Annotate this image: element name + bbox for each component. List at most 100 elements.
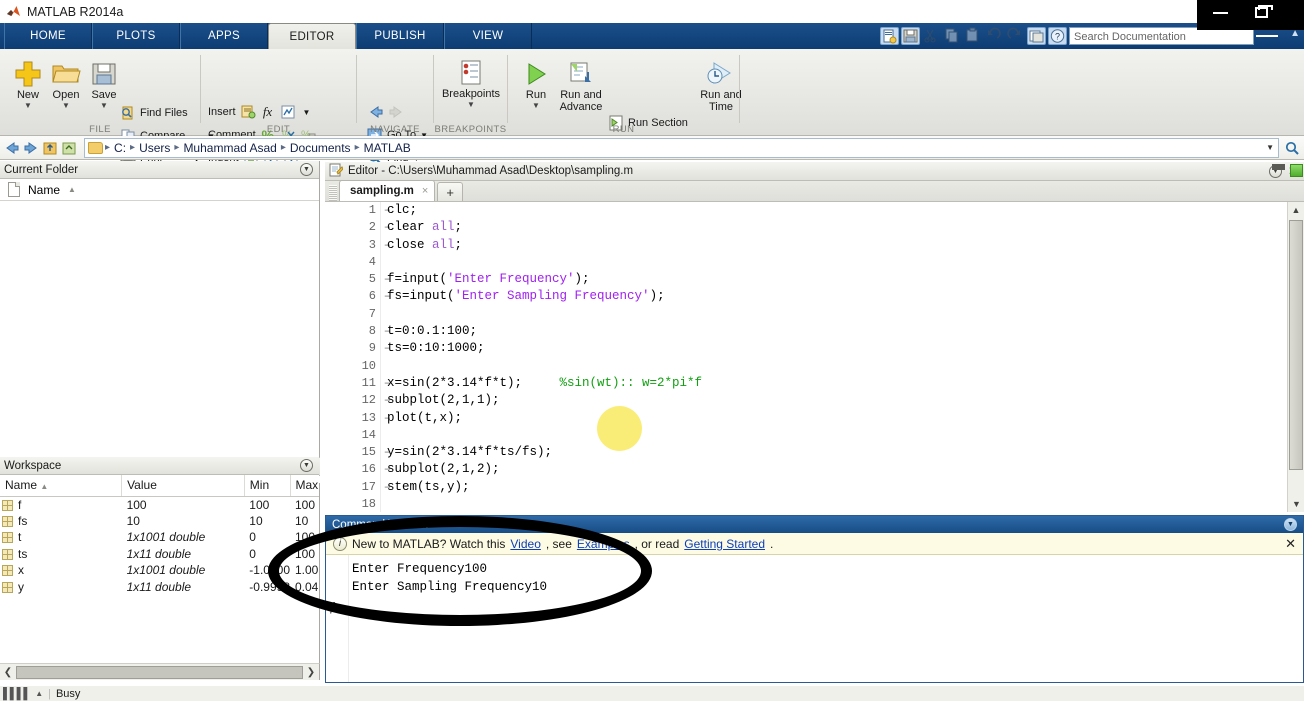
table-row[interactable]: fs 10 10 10 — [0, 513, 319, 530]
copy-qicon[interactable] — [943, 27, 962, 45]
tab-home[interactable]: HOME — [4, 23, 92, 49]
code-line[interactable] — [387, 496, 1304, 512]
workspace-col-min[interactable]: Min — [244, 475, 291, 497]
table-row[interactable]: y 1x11 double -0.9998 0.04 — [0, 579, 319, 596]
line-number[interactable]: 6– — [325, 288, 391, 305]
minimize-icon[interactable] — [1213, 12, 1228, 14]
table-row[interactable]: x 1x1001 double -1.0000 1.00 — [0, 562, 319, 579]
code-line[interactable]: fs=input('Enter Sampling Frequency'); — [387, 288, 1304, 305]
table-row[interactable]: ts 1x11 double 0 100 — [0, 546, 319, 563]
line-number[interactable]: 10 — [325, 358, 380, 375]
command-window-body[interactable]: fx Enter Frequency100 Enter Sampling Freq… — [326, 555, 1303, 682]
tab-grip-handle[interactable] — [329, 185, 337, 201]
breakpoints-button[interactable]: Breakpoints ▼ — [440, 58, 502, 109]
line-number[interactable]: 13– — [325, 410, 391, 427]
fx-icon[interactable]: fx — [260, 104, 276, 120]
chevron-down-icon[interactable]: ▼ — [1266, 143, 1274, 152]
table-row[interactable]: f 100 100 100 — [0, 496, 319, 513]
line-number[interactable]: 4 — [325, 254, 380, 271]
tab-publish[interactable]: PUBLISH — [356, 23, 444, 49]
line-number[interactable]: 1– — [325, 202, 391, 219]
browse-folder-icon[interactable] — [61, 140, 77, 156]
code-line[interactable] — [387, 427, 1304, 444]
workspace-var-name[interactable]: y — [0, 579, 122, 596]
run-and-time-button[interactable]: Run and Time — [693, 59, 749, 113]
layout-qicon[interactable] — [1027, 27, 1046, 45]
code-editor-area[interactable]: 1–2–3–4 5–6–7 8–9–10 11–12–13–14 15–16–17–18… — [325, 202, 1304, 512]
tab-editor[interactable]: EDITOR — [268, 23, 356, 49]
workspace-var-name[interactable]: x — [0, 562, 122, 579]
new-script-qicon[interactable] — [880, 27, 899, 45]
line-number[interactable]: 3– — [325, 237, 391, 254]
back-arrow-icon[interactable] — [367, 104, 383, 120]
insert-dropdown-caret-icon[interactable]: ▼ — [303, 108, 311, 117]
find-files-button[interactable]: Find Files — [120, 105, 188, 121]
sort-ascending-icon[interactable]: ▲ — [68, 185, 76, 194]
undo-qicon[interactable] — [985, 27, 1004, 45]
table-row[interactable]: t 1x1001 double 0 100 — [0, 529, 319, 546]
breadcrumb-item-4[interactable]: MATLAB — [362, 141, 413, 155]
workspace-col-name[interactable]: Name ▲ — [0, 475, 123, 497]
code-line[interactable]: clear all; — [387, 219, 1304, 236]
sort-ascending-icon[interactable]: ▲ — [40, 482, 48, 491]
scrollbar-thumb[interactable] — [16, 665, 303, 679]
line-number[interactable]: 2– — [325, 219, 391, 236]
code-line[interactable]: y=sin(2*3.14*f*ts/fs); — [387, 444, 1304, 461]
insert-function-icon[interactable] — [280, 104, 296, 120]
run-and-advance-button[interactable]: Run and Advance — [552, 59, 610, 113]
code-line[interactable]: close all; — [387, 237, 1304, 254]
line-number[interactable]: 15– — [325, 444, 391, 461]
line-number[interactable]: 12– — [325, 392, 391, 409]
scroll-left-icon[interactable]: ❮ — [0, 667, 16, 678]
breadcrumb-item-3[interactable]: Documents — [288, 141, 353, 155]
code-line[interactable]: t=0:0.1:100; — [387, 323, 1304, 340]
status-caret-icon[interactable]: ▲ — [35, 689, 43, 698]
workspace-var-name[interactable]: f — [0, 496, 122, 513]
restore-icon[interactable] — [1255, 5, 1273, 18]
getting-started-link[interactable]: Getting Started — [684, 537, 765, 551]
paste-qicon[interactable] — [964, 27, 983, 45]
line-number[interactable]: 11– — [325, 375, 391, 392]
workspace-horizontal-scrollbar[interactable]: ❮ ❯ — [0, 663, 320, 680]
insert-block-icon[interactable] — [240, 104, 256, 120]
save-qicon[interactable] — [901, 27, 920, 45]
workspace-col-max[interactable]: Max — [290, 475, 319, 497]
line-number[interactable]: 9– — [325, 340, 391, 357]
tab-apps[interactable]: APPS — [180, 23, 268, 49]
workspace-var-name[interactable]: t — [0, 529, 122, 546]
fx-icon[interactable]: fx — [330, 599, 339, 615]
workspace-col-value[interactable]: Value — [121, 475, 245, 497]
panel-menu-icon[interactable]: ▼ — [300, 459, 313, 472]
close-icon[interactable]: × — [422, 185, 428, 197]
code-line[interactable] — [387, 254, 1304, 271]
code-line[interactable]: subplot(2,1,2); — [387, 461, 1304, 478]
editor-vertical-scrollbar[interactable]: ▲ ▼ — [1287, 202, 1304, 512]
line-number[interactable]: 5– — [325, 271, 391, 288]
scroll-up-icon[interactable]: ▲ — [1288, 202, 1304, 218]
workspace-var-name[interactable]: ts — [0, 546, 122, 563]
code-line[interactable] — [387, 306, 1304, 323]
video-link[interactable]: Video — [510, 537, 540, 551]
help-qicon[interactable]: ? — [1048, 27, 1067, 45]
close-icon[interactable]: ✕ — [1285, 536, 1296, 552]
save-button[interactable]: Save ▼ — [80, 59, 128, 110]
line-number[interactable]: 14 — [325, 427, 380, 444]
code-line[interactable]: stem(ts,y); — [387, 479, 1304, 496]
code-content[interactable]: clc; clear all; close all; f=input('Enter … — [387, 202, 1304, 512]
code-line[interactable]: plot(t,x); — [387, 410, 1304, 427]
tab-plots[interactable]: PLOTS — [92, 23, 180, 49]
breadcrumb[interactable]: ▸ C: ▸ Users ▸ Muhammad Asad ▸ Documents… — [84, 137, 1279, 158]
line-number[interactable]: 7 — [325, 306, 380, 323]
new-tab-button[interactable]: + — [437, 182, 463, 201]
panel-menu-icon[interactable]: ▼ — [1284, 518, 1297, 531]
breadcrumb-item-0[interactable]: C: — [112, 141, 128, 155]
scroll-down-icon[interactable]: ▼ — [1288, 496, 1304, 512]
breakpoints-dropdown-caret-icon[interactable]: ▼ — [440, 100, 502, 109]
workspace-var-name[interactable]: fs — [0, 513, 122, 530]
redo-qicon[interactable] — [1006, 27, 1025, 45]
insert-button[interactable]: Insert fx ▼ — [208, 104, 310, 120]
line-number[interactable]: 17– — [325, 479, 391, 496]
code-line[interactable]: x=sin(2*3.14*f*t); %sin(wt):: w=2*pi*f — [387, 375, 1304, 392]
panel-menu-icon[interactable]: ▼ — [300, 163, 313, 176]
current-folder-name-column[interactable]: Name — [28, 183, 60, 197]
